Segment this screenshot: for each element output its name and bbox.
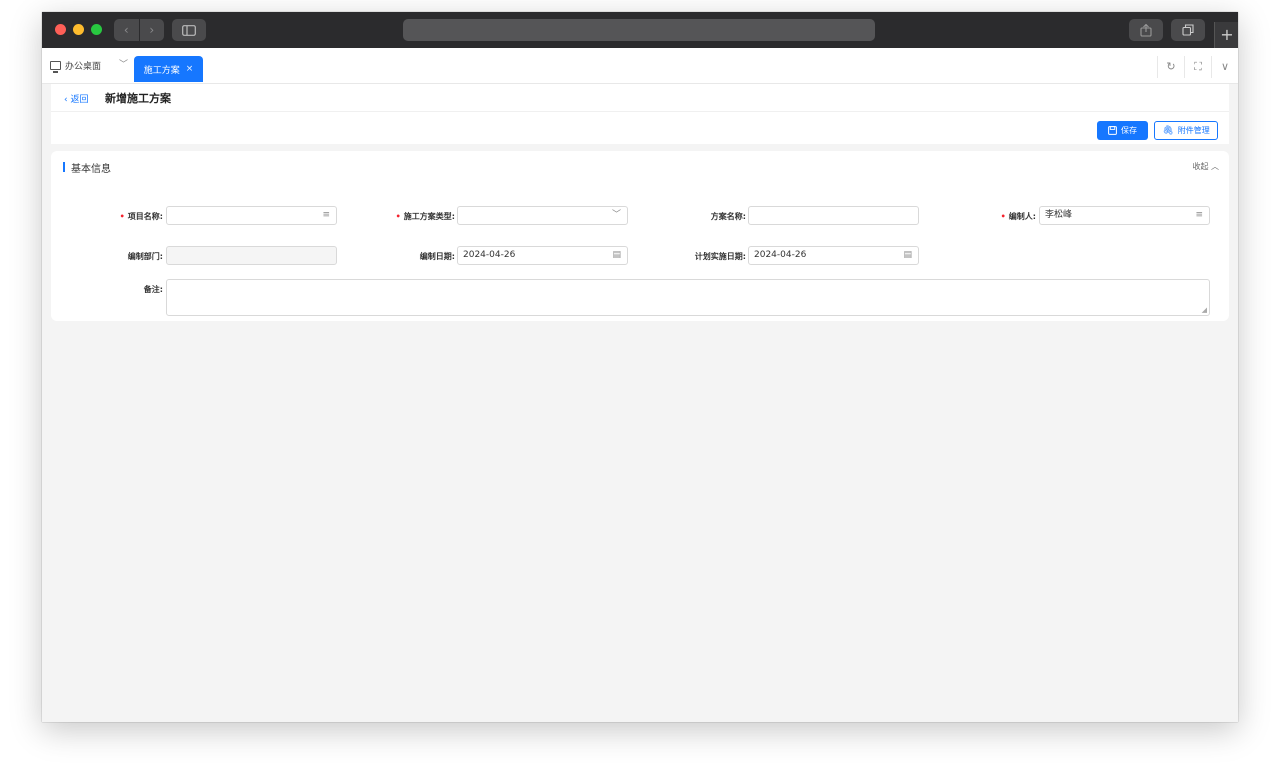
filter-icon: ≡	[322, 210, 330, 220]
calendar-icon: ▤	[903, 250, 912, 260]
calendar-icon: ▤	[612, 250, 621, 260]
refresh-icon[interactable]: ↻	[1157, 56, 1184, 78]
basic-info-card: 基本信息 收起 ︿ • 项目名称: ≡ • 施工方案类型: ﹀ 方案名称: • 编制人…	[51, 151, 1229, 321]
dept-input	[166, 246, 337, 265]
collapse-toggle[interactable]: 收起 ︿	[1192, 161, 1219, 172]
remark-label: 备注:	[143, 285, 163, 294]
planned-date-label: 计划实施日期:	[694, 252, 746, 261]
resize-handle-icon[interactable]: ◢	[1202, 306, 1207, 314]
section-title: 基本信息	[71, 164, 111, 175]
new-tab-button[interactable]: +	[1214, 22, 1238, 48]
planned-date-picker[interactable]: 2024-04-26 ▤	[748, 246, 919, 265]
plan-name-input[interactable]	[748, 206, 919, 225]
paperclip-icon: 🖇	[1162, 125, 1174, 136]
remark-textarea[interactable]: ◢	[166, 279, 1210, 316]
back-link[interactable]: ‹ 返回	[64, 92, 88, 105]
action-toolbar: 保存 🖇 附件管理	[51, 112, 1229, 144]
required-marker: •	[1000, 212, 1006, 221]
tab-active-label: 施工方案	[143, 65, 180, 76]
tab-bar: 办公桌面 ﹀ 施工方案 × ↻ ⛶ ∨	[42, 48, 1238, 84]
minimize-window-button[interactable]	[73, 24, 84, 35]
tab-menu-chevron-icon[interactable]: ∨	[1211, 56, 1238, 78]
tab-tools: ↻ ⛶ ∨	[1157, 56, 1238, 78]
author-select[interactable]: 李松峰 ≡	[1039, 206, 1210, 225]
save-button[interactable]: 保存	[1097, 121, 1148, 140]
date-value: 2024-04-26	[463, 250, 516, 260]
required-marker: •	[395, 212, 401, 221]
plan-type-label: • 施工方案类型:	[395, 212, 455, 221]
close-window-button[interactable]	[55, 24, 66, 35]
dept-label: 编制部门:	[127, 252, 163, 261]
project-name-label: • 项目名称:	[119, 212, 163, 221]
page-header: ‹ 返回 新增施工方案	[51, 84, 1229, 112]
planned-date-value: 2024-04-26	[754, 250, 807, 260]
sidebar-toggle-button[interactable]	[172, 19, 206, 41]
back-nav-button[interactable]: ‹	[114, 23, 139, 37]
zoom-window-button[interactable]	[91, 24, 102, 35]
plan-name-label: 方案名称:	[710, 212, 746, 221]
browser-window: ‹ › + 办公桌面 ﹀ 施工方案 × ↻ ⛶ ∨ ‹ 返回 新增施工方案 保存…	[42, 12, 1238, 722]
project-name-select[interactable]: ≡	[166, 206, 337, 225]
filter-icon: ≡	[1195, 210, 1203, 220]
address-bar[interactable]	[403, 19, 875, 41]
close-tab-icon[interactable]: ×	[186, 64, 194, 74]
tab-home[interactable]: 办公桌面	[50, 56, 101, 74]
required-marker: •	[119, 212, 125, 221]
author-label: • 编制人:	[1000, 212, 1036, 221]
plan-type-select[interactable]: ﹀	[457, 206, 628, 225]
save-button-label: 保存	[1121, 126, 1137, 135]
monitor-icon	[50, 60, 61, 73]
sidebar-icon	[182, 24, 196, 36]
date-label: 编制日期:	[419, 252, 455, 261]
tab-overview-button[interactable]	[1171, 19, 1205, 41]
tabs-icon	[1182, 24, 1194, 36]
date-picker[interactable]: 2024-04-26 ▤	[457, 246, 628, 265]
chevron-down-icon[interactable]: ﹀	[119, 57, 128, 70]
history-nav: ‹ ›	[114, 19, 164, 41]
save-icon	[1108, 126, 1117, 135]
attachment-button-label: 附件管理	[1177, 126, 1210, 135]
fullscreen-icon[interactable]: ⛶	[1184, 56, 1211, 78]
section-accent-bar	[63, 162, 65, 172]
forward-nav-button[interactable]: ›	[140, 23, 165, 37]
chevron-down-icon: ﹀	[611, 210, 621, 220]
title-bar: ‹ › +	[42, 12, 1238, 48]
attachment-button[interactable]: 🖇 附件管理	[1154, 121, 1218, 140]
share-button[interactable]	[1129, 19, 1163, 41]
share-icon	[1140, 23, 1152, 37]
tab-construction-plan[interactable]: 施工方案 ×	[134, 56, 203, 82]
author-value: 李松峰	[1045, 210, 1073, 220]
page-title: 新增施工方案	[105, 92, 171, 105]
tab-home-label: 办公桌面	[65, 61, 102, 72]
back-link-label: 返回	[70, 95, 89, 105]
